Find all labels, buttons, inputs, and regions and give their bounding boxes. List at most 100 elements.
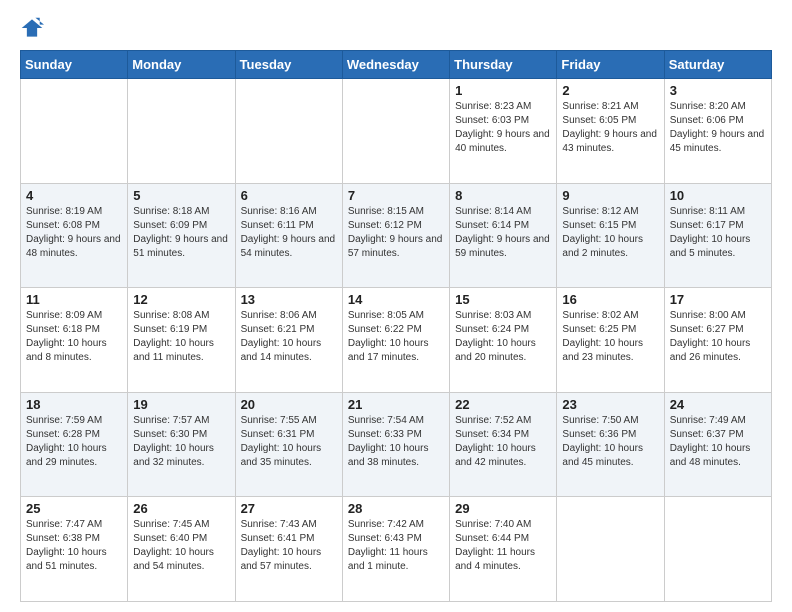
day-info: Sunrise: 8:23 AM Sunset: 6:03 PM Dayligh… xyxy=(455,100,551,156)
day-number: 7 xyxy=(348,188,444,203)
calendar-cell: 8 Sunrise: 8:14 AM Sunset: 6:14 PM Daylig… xyxy=(450,183,557,288)
calendar-cell: 3 Sunrise: 8:20 AM Sunset: 6:06 PM Daylig… xyxy=(664,79,771,184)
weekday-header-wednesday: Wednesday xyxy=(342,51,449,79)
day-number: 3 xyxy=(670,83,766,98)
calendar-cell: 15 Sunrise: 8:03 AM Sunset: 6:24 PM Dayli… xyxy=(450,288,557,393)
day-info: Sunrise: 8:20 AM Sunset: 6:06 PM Dayligh… xyxy=(670,100,766,156)
logo xyxy=(20,16,48,40)
calendar-cell xyxy=(235,79,342,184)
day-number: 25 xyxy=(26,501,122,516)
day-info: Sunrise: 8:02 AM Sunset: 6:25 PM Dayligh… xyxy=(562,309,658,365)
calendar-cell: 9Sunrise: 8:12 AM Sunset: 6:15 PM Daylig… xyxy=(557,183,664,288)
day-number: 21 xyxy=(348,397,444,412)
calendar-cell: 13 Sunrise: 8:06 AM Sunset: 6:21 PM Dayli… xyxy=(235,288,342,393)
calendar-cell: 11 Sunrise: 8:09 AM Sunset: 6:18 PM Dayli… xyxy=(21,288,128,393)
calendar-cell: 12 Sunrise: 8:08 AM Sunset: 6:19 PM Dayli… xyxy=(128,288,235,393)
logo-icon xyxy=(20,16,44,40)
day-number: 12 xyxy=(133,292,229,307)
day-number: 18 xyxy=(26,397,122,412)
day-info: Sunrise: 8:16 AM Sunset: 6:11 PM Dayligh… xyxy=(241,205,337,261)
day-number: 10 xyxy=(670,188,766,203)
calendar-cell: 28 Sunrise: 7:42 AM Sunset: 6:43 PM Dayli… xyxy=(342,497,449,602)
calendar-cell: 4 Sunrise: 8:19 AM Sunset: 6:08 PM Daylig… xyxy=(21,183,128,288)
day-number: 23 xyxy=(562,397,658,412)
day-info: Sunrise: 8:21 AM Sunset: 6:05 PM Dayligh… xyxy=(562,100,658,156)
day-number: 6 xyxy=(241,188,337,203)
calendar-cell: 10 Sunrise: 8:11 AM Sunset: 6:17 PM Dayli… xyxy=(664,183,771,288)
day-info: Sunrise: 8:18 AM Sunset: 6:09 PM Dayligh… xyxy=(133,205,229,261)
day-info: Sunrise: 7:59 AM Sunset: 6:28 PM Dayligh… xyxy=(26,414,122,470)
day-info: Sunrise: 7:54 AM Sunset: 6:33 PM Dayligh… xyxy=(348,414,444,470)
calendar-cell: 16 Sunrise: 8:02 AM Sunset: 6:25 PM Dayli… xyxy=(557,288,664,393)
day-number: 28 xyxy=(348,501,444,516)
calendar-cell: 27Sunrise: 7:43 AM Sunset: 6:41 PM Dayli… xyxy=(235,497,342,602)
calendar-cell: 29Sunrise: 7:40 AM Sunset: 6:44 PM Dayli… xyxy=(450,497,557,602)
day-info: Sunrise: 8:19 AM Sunset: 6:08 PM Dayligh… xyxy=(26,205,122,261)
calendar-week-row: 25 Sunrise: 7:47 AM Sunset: 6:38 PM Dayli… xyxy=(21,497,772,602)
calendar-cell: 21 Sunrise: 7:54 AM Sunset: 6:33 PM Dayli… xyxy=(342,392,449,497)
calendar-cell: 6 Sunrise: 8:16 AM Sunset: 6:11 PM Daylig… xyxy=(235,183,342,288)
day-number: 4 xyxy=(26,188,122,203)
weekday-header-monday: Monday xyxy=(128,51,235,79)
day-number: 26 xyxy=(133,501,229,516)
day-info: Sunrise: 8:05 AM Sunset: 6:22 PM Dayligh… xyxy=(348,309,444,365)
day-info: Sunrise: 7:52 AM Sunset: 6:34 PM Dayligh… xyxy=(455,414,551,470)
calendar-cell: 26 Sunrise: 7:45 AM Sunset: 6:40 PM Dayli… xyxy=(128,497,235,602)
day-info: Sunrise: 7:43 AM Sunset: 6:41 PM Dayligh… xyxy=(241,518,337,574)
day-info: Sunrise: 8:15 AM Sunset: 6:12 PM Dayligh… xyxy=(348,205,444,261)
calendar-cell: 20Sunrise: 7:55 AM Sunset: 6:31 PM Dayli… xyxy=(235,392,342,497)
calendar-cell xyxy=(557,497,664,602)
day-number: 17 xyxy=(670,292,766,307)
day-info: Sunrise: 7:50 AM Sunset: 6:36 PM Dayligh… xyxy=(562,414,658,470)
calendar-cell: 2 Sunrise: 8:21 AM Sunset: 6:05 PM Daylig… xyxy=(557,79,664,184)
calendar-week-row: 18 Sunrise: 7:59 AM Sunset: 6:28 PM Dayli… xyxy=(21,392,772,497)
calendar-week-row: 1Sunrise: 8:23 AM Sunset: 6:03 PM Daylig… xyxy=(21,79,772,184)
day-number: 11 xyxy=(26,292,122,307)
header xyxy=(20,16,772,40)
day-number: 19 xyxy=(133,397,229,412)
day-info: Sunrise: 7:42 AM Sunset: 6:43 PM Dayligh… xyxy=(348,518,444,574)
day-number: 14 xyxy=(348,292,444,307)
weekday-header-friday: Friday xyxy=(557,51,664,79)
day-number: 16 xyxy=(562,292,658,307)
weekday-header-row: SundayMondayTuesdayWednesdayThursdayFrid… xyxy=(21,51,772,79)
calendar-cell xyxy=(21,79,128,184)
calendar-page: SundayMondayTuesdayWednesdayThursdayFrid… xyxy=(0,0,792,612)
calendar-cell: 17Sunrise: 8:00 AM Sunset: 6:27 PM Dayli… xyxy=(664,288,771,393)
day-number: 5 xyxy=(133,188,229,203)
day-number: 24 xyxy=(670,397,766,412)
day-info: Sunrise: 8:09 AM Sunset: 6:18 PM Dayligh… xyxy=(26,309,122,365)
calendar-cell: 14 Sunrise: 8:05 AM Sunset: 6:22 PM Dayli… xyxy=(342,288,449,393)
day-info: Sunrise: 8:08 AM Sunset: 6:19 PM Dayligh… xyxy=(133,309,229,365)
calendar-cell xyxy=(342,79,449,184)
day-number: 8 xyxy=(455,188,551,203)
day-info: Sunrise: 8:11 AM Sunset: 6:17 PM Dayligh… xyxy=(670,205,766,261)
day-info: Sunrise: 7:49 AM Sunset: 6:37 PM Dayligh… xyxy=(670,414,766,470)
calendar-cell: 25 Sunrise: 7:47 AM Sunset: 6:38 PM Dayli… xyxy=(21,497,128,602)
calendar-cell xyxy=(128,79,235,184)
day-info: Sunrise: 8:14 AM Sunset: 6:14 PM Dayligh… xyxy=(455,205,551,261)
calendar-cell: 1Sunrise: 8:23 AM Sunset: 6:03 PM Daylig… xyxy=(450,79,557,184)
day-info: Sunrise: 7:47 AM Sunset: 6:38 PM Dayligh… xyxy=(26,518,122,574)
calendar-cell: 19Sunrise: 7:57 AM Sunset: 6:30 PM Dayli… xyxy=(128,392,235,497)
day-number: 2 xyxy=(562,83,658,98)
calendar-week-row: 11 Sunrise: 8:09 AM Sunset: 6:18 PM Dayli… xyxy=(21,288,772,393)
calendar-cell: 5 Sunrise: 8:18 AM Sunset: 6:09 PM Daylig… xyxy=(128,183,235,288)
calendar-cell: 7 Sunrise: 8:15 AM Sunset: 6:12 PM Daylig… xyxy=(342,183,449,288)
day-info: Sunrise: 8:12 AM Sunset: 6:15 PM Dayligh… xyxy=(562,205,658,261)
day-info: Sunrise: 8:03 AM Sunset: 6:24 PM Dayligh… xyxy=(455,309,551,365)
day-number: 29 xyxy=(455,501,551,516)
weekday-header-thursday: Thursday xyxy=(450,51,557,79)
day-info: Sunrise: 8:06 AM Sunset: 6:21 PM Dayligh… xyxy=(241,309,337,365)
calendar-cell: 22Sunrise: 7:52 AM Sunset: 6:34 PM Dayli… xyxy=(450,392,557,497)
day-info: Sunrise: 7:55 AM Sunset: 6:31 PM Dayligh… xyxy=(241,414,337,470)
calendar-cell xyxy=(664,497,771,602)
day-number: 13 xyxy=(241,292,337,307)
day-number: 15 xyxy=(455,292,551,307)
calendar-cell: 23 Sunrise: 7:50 AM Sunset: 6:36 PM Dayli… xyxy=(557,392,664,497)
calendar-week-row: 4 Sunrise: 8:19 AM Sunset: 6:08 PM Daylig… xyxy=(21,183,772,288)
calendar-cell: 18 Sunrise: 7:59 AM Sunset: 6:28 PM Dayli… xyxy=(21,392,128,497)
calendar-table: SundayMondayTuesdayWednesdayThursdayFrid… xyxy=(20,50,772,602)
weekday-header-saturday: Saturday xyxy=(664,51,771,79)
day-info: Sunrise: 7:45 AM Sunset: 6:40 PM Dayligh… xyxy=(133,518,229,574)
